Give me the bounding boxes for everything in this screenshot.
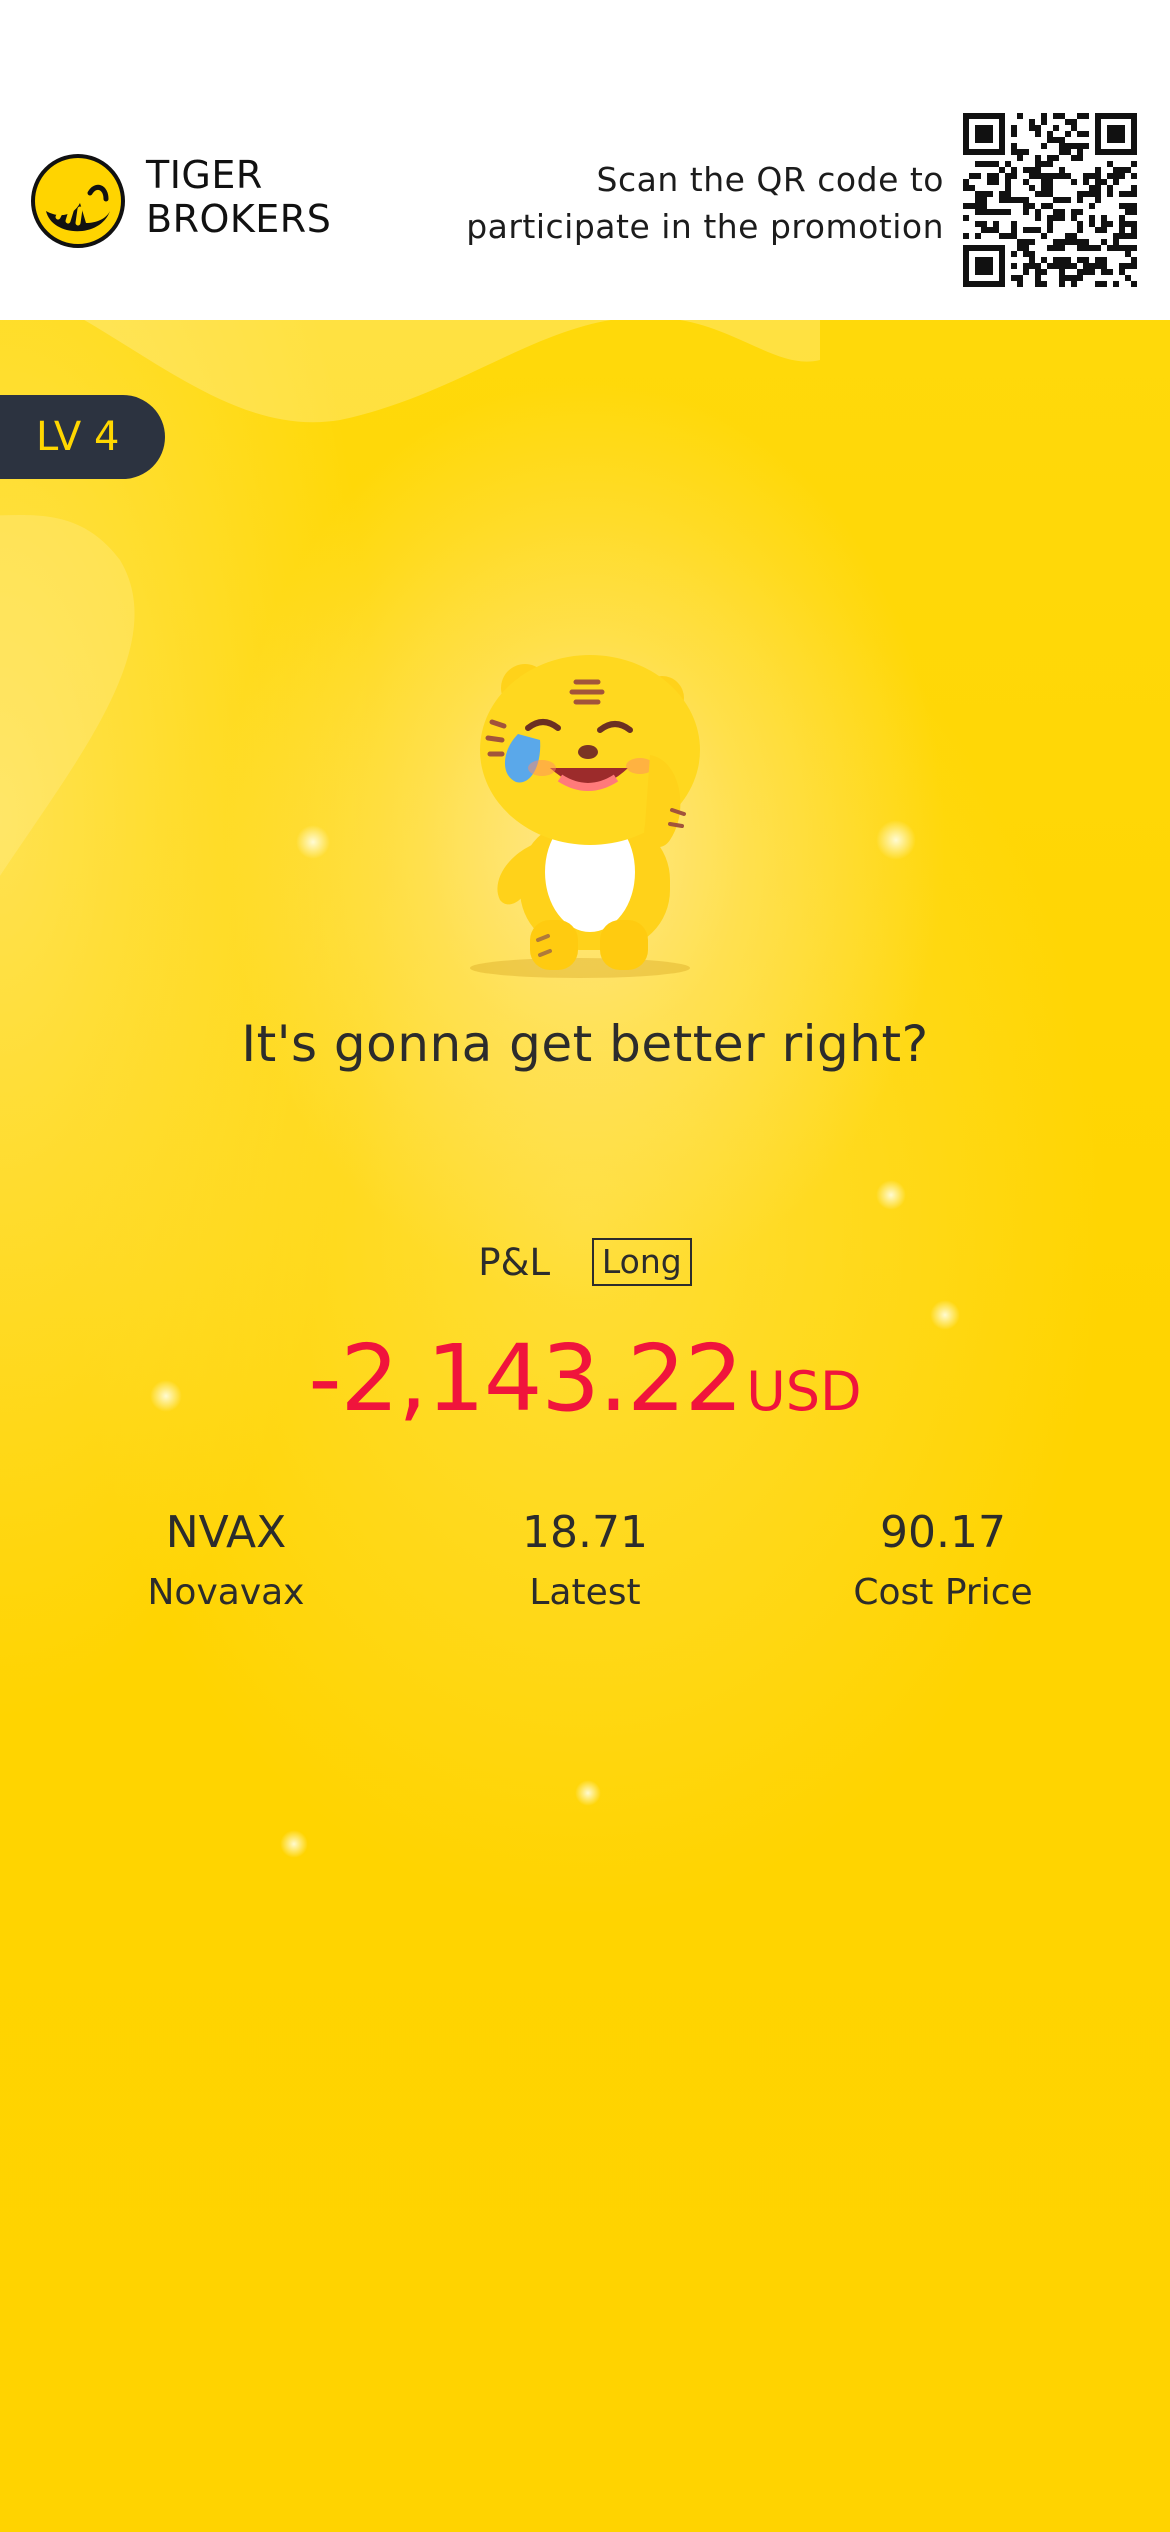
pnl-value: -2,143.22	[308, 1325, 743, 1432]
sparkle-decoration	[876, 1180, 906, 1210]
sparkle-decoration	[280, 1830, 308, 1858]
sparkle-decoration	[575, 1780, 601, 1806]
level-badge: LV 4	[0, 395, 165, 479]
stat-label: Cost Price	[853, 1572, 1033, 1613]
brand-line-1: TIGER	[146, 153, 263, 197]
promo-text: Scan the QR code to participate in the p…	[424, 156, 944, 250]
stat-value: 90.17	[880, 1507, 1006, 1558]
brand-line-2: BROKERS	[146, 197, 332, 241]
encouragement-message: It's gonna get better right?	[241, 1015, 929, 1073]
stat-symbol: NVAX Novavax	[76, 1503, 376, 1623]
pnl-poster: LV 4 It's gonna get better right? P&L Lo…	[0, 320, 1170, 2532]
pnl-label: P&L	[478, 1240, 551, 1284]
sparkle-decoration	[296, 825, 330, 859]
tiger-brokers-logo-icon	[31, 154, 125, 248]
promo-line-1: Scan the QR code to	[596, 160, 944, 199]
crying-tiger-mascot-icon	[470, 655, 700, 978]
stat-latest: 18.71 Latest	[435, 1503, 735, 1623]
sparkle-decoration	[876, 820, 916, 860]
share-header: TIGER BROKERS Scan the QR code to partic…	[0, 0, 1170, 320]
brand-name: TIGER BROKERS	[146, 153, 331, 241]
pnl-header: P&L Long	[0, 1238, 1170, 1286]
stat-cost-price: 90.17 Cost Price	[793, 1503, 1093, 1623]
pnl-currency: USD	[746, 1360, 862, 1423]
stat-value: 18.71	[522, 1507, 648, 1558]
stat-value: NVAX	[165, 1507, 287, 1558]
promo-line-2: participate in the promotion	[466, 207, 944, 246]
position-direction-tag: Long	[591, 1238, 692, 1286]
qr-code[interactable]	[963, 113, 1137, 287]
pnl-amount: -2,143.22USD	[0, 1325, 1170, 1432]
stat-label: Latest	[529, 1572, 641, 1613]
stat-label: Novavax	[147, 1572, 305, 1613]
